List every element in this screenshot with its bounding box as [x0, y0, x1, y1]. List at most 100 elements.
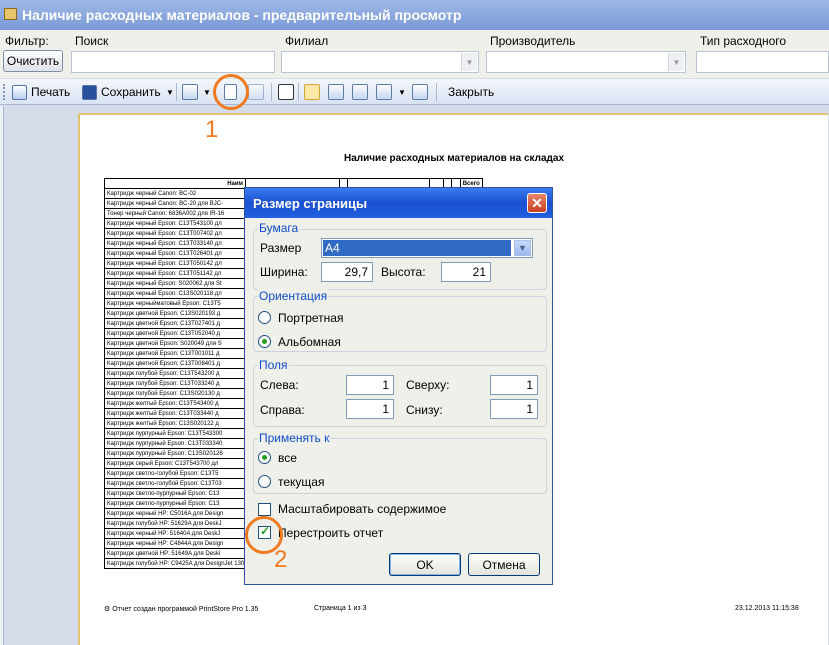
row-name: Картридж светло-пурпурный Epson: C13	[104, 498, 246, 509]
row-name: Картридж черныйматовый Epson: C13T5	[104, 298, 246, 309]
apply-current-radio[interactable]	[258, 475, 271, 488]
row-name: Картридж голубой Epson: C13S020130 д	[104, 388, 246, 399]
row-name: Картридж светло-голубой Epson: C13T03	[104, 478, 246, 489]
export-icon[interactable]	[182, 84, 198, 100]
app-icon	[4, 8, 17, 20]
search-label: Поиск	[75, 34, 109, 48]
landscape-radio[interactable]	[258, 335, 271, 348]
type-select[interactable]	[696, 51, 829, 73]
portrait-radio[interactable]	[258, 311, 271, 324]
row-name: Картридж голубой Epson: C13T543200 д	[104, 368, 246, 379]
row-name: Картридж светло-голубой Epson: C13T5	[104, 468, 246, 479]
manufacturer-select[interactable]: ▼	[486, 51, 686, 73]
row-name: Картридж цветной Epson: C13T001011 д	[104, 348, 246, 359]
paper-group-title: Бумага	[258, 221, 300, 235]
footer-date: 23.12.2013 11:15:38	[735, 605, 799, 612]
row-name: Картридж черный Epson: C13T026401 дл	[104, 248, 246, 259]
row-name: Картридж черный Canon: BC-20 для BJC-	[104, 198, 246, 209]
fullscreen-icon[interactable]	[412, 84, 428, 100]
clear-button[interactable]: Очистить	[3, 50, 63, 72]
row-name: Картридж цветной Epson: C13S020193 д	[104, 308, 246, 319]
save-dropdown[interactable]: ▼	[166, 83, 174, 101]
filter-bar: Фильтр: Очистить Поиск Филиал ▼ Производ…	[0, 30, 829, 78]
apply-current-label[interactable]: текущая	[278, 475, 324, 489]
dialog-title-bar: Размер страницы ✕	[245, 188, 552, 218]
row-name: Картридж черный Epson: C13T007402 дл	[104, 228, 246, 239]
paper-size-select[interactable]: A4 ▼	[321, 238, 533, 258]
close-preview-button[interactable]: Закрыть	[448, 83, 494, 101]
bottom-margin-input[interactable]: 1	[490, 399, 538, 419]
row-name: Картридж черный Epson: C13T543100 дл	[104, 218, 246, 229]
toolbar-grip[interactable]	[3, 84, 6, 100]
row-name: Картридж цветной Epson: S020049 для S	[104, 338, 246, 349]
page-size-dialog: Размер страницы ✕ Бумага Размер A4 ▼ Шир…	[244, 187, 553, 585]
scale-content-label[interactable]: Масштабировать содержимое	[278, 502, 446, 516]
chevron-down-icon[interactable]: ▼	[514, 240, 531, 256]
callout-number-2: 2	[274, 546, 288, 573]
multi-pages-icon[interactable]	[376, 84, 392, 100]
branch-label: Филиал	[285, 34, 329, 48]
margins-group-title: Поля	[258, 358, 289, 372]
dialog-title: Размер страницы	[253, 195, 368, 211]
save-button[interactable]: Сохранить	[82, 83, 161, 101]
row-name: Картридж черный Epson: C13S020118 дл	[104, 288, 246, 299]
right-margin-label: Справа:	[260, 403, 305, 417]
row-name: Картридж черный HP: 51640A для DeskJ	[104, 528, 246, 539]
single-page-icon[interactable]	[304, 84, 320, 100]
row-name: Картридж цветной HP: 51649A для Deski	[104, 548, 246, 559]
column-name-header: Наим	[104, 178, 246, 189]
page-icon	[248, 84, 264, 100]
row-name: Картридж пурпурный Epson: C13T543300	[104, 428, 246, 439]
left-margin-input[interactable]: 1	[346, 375, 394, 395]
filter-label: Фильтр:	[5, 34, 49, 48]
landscape-label[interactable]: Альбомная	[278, 335, 341, 349]
row-name: Картридж черный Epson: S020062 для St	[104, 278, 246, 289]
row-name: Картридж черный HP: C4844A для Design	[104, 538, 246, 549]
ok-button[interactable]: OK	[389, 553, 461, 576]
row-name: Картридж черный Epson: C13T050142 дл	[104, 258, 246, 269]
width-input[interactable]: 29,7	[321, 262, 373, 282]
row-name: Картридж желтый Epson: C13S020122 д	[104, 418, 246, 429]
branch-select[interactable]: ▼	[281, 51, 479, 73]
scale-content-checkbox[interactable]	[258, 503, 271, 516]
row-name: Картридж желтый Epson: C13T543400 д	[104, 398, 246, 409]
preview-left-edge	[0, 106, 4, 645]
printer-icon	[12, 84, 27, 100]
row-name: Картридж серый Epson: C13T543700 дл	[104, 458, 246, 469]
row-name: Картридж цветной Epson: C13T008401 д	[104, 358, 246, 369]
row-name: Картридж желтый Epson: C13T033440 д	[104, 408, 246, 419]
preview-toolbar: Печать Сохранить ▼ ▼ ▼ Закрыть	[0, 79, 829, 105]
portrait-label[interactable]: Портретная	[278, 311, 343, 325]
apply-all-label[interactable]: все	[278, 451, 297, 465]
two-pages-icon[interactable]	[352, 84, 368, 100]
row-name: Картридж светло-пурпурный Epson: C13	[104, 488, 246, 499]
right-margin-input[interactable]: 1	[346, 399, 394, 419]
manufacturer-label: Производитель	[490, 34, 576, 48]
footer-program: ⚙ Отчет создан программой PrintStore Pro…	[104, 606, 259, 613]
size-label: Размер	[260, 241, 302, 255]
row-name: Картридж голубой Epson: C13T033240 д	[104, 378, 246, 389]
row-name: Картридж черный Epson: C13T051142 дл	[104, 268, 246, 279]
floppy-icon	[82, 84, 97, 100]
bottom-margin-label: Снизу:	[406, 403, 443, 417]
close-icon[interactable]: ✕	[527, 193, 547, 213]
cancel-button[interactable]: Отмена	[468, 553, 540, 576]
print-button[interactable]: Печать	[12, 83, 70, 101]
top-margin-label: Сверху:	[406, 378, 450, 392]
export-dropdown[interactable]: ▼	[203, 83, 211, 101]
chevron-down-icon[interactable]: ▼	[668, 53, 684, 71]
row-name: Картридж черный Canon: BC-02	[104, 188, 246, 199]
height-label: Высота:	[381, 265, 426, 279]
pages-dropdown[interactable]: ▼	[398, 83, 406, 101]
find-icon[interactable]	[278, 84, 294, 100]
apply-to-group-title: Применять к	[258, 431, 331, 445]
search-input[interactable]	[71, 51, 275, 73]
chevron-down-icon[interactable]: ▼	[461, 53, 477, 71]
height-input[interactable]: 21	[441, 262, 491, 282]
rebuild-report-label[interactable]: Перестроить отчет	[278, 526, 383, 540]
row-name: Картридж пурпурный Epson: C13T033340	[104, 438, 246, 449]
page-width-icon[interactable]	[328, 84, 344, 100]
apply-all-radio[interactable]	[258, 451, 271, 464]
footer-page: Страница 1 из 3	[314, 605, 367, 612]
top-margin-input[interactable]: 1	[490, 375, 538, 395]
